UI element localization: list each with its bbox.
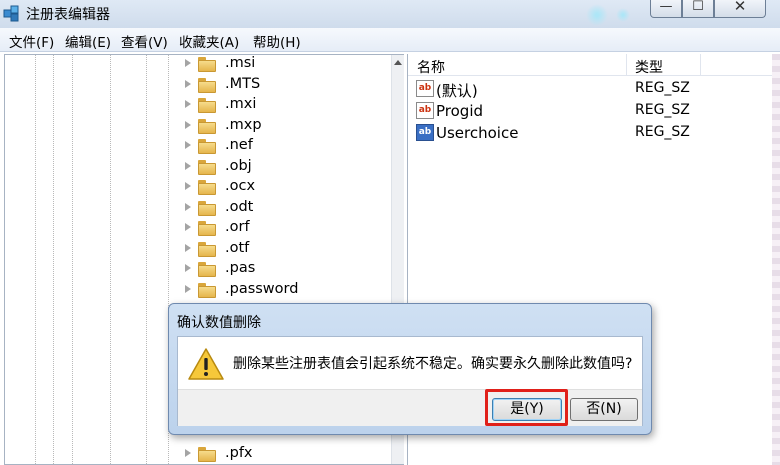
expand-arrow-icon[interactable] — [185, 223, 191, 231]
folder-icon — [198, 139, 216, 154]
background-edge — [772, 54, 780, 465]
value-type: REG_SZ — [635, 80, 690, 96]
value-name: (默认) — [436, 82, 478, 100]
no-button[interactable]: 否(N) — [570, 398, 638, 421]
expand-arrow-icon[interactable] — [185, 285, 191, 293]
value-type: REG_SZ — [635, 124, 690, 140]
minimize-button[interactable]: — — [650, 0, 682, 18]
expand-arrow-icon[interactable] — [185, 80, 191, 88]
tree-item-label: .ocx — [225, 178, 256, 194]
tree-item-label: .otf — [225, 240, 250, 256]
tree-item-label: .nef — [225, 137, 253, 153]
folder-icon — [198, 447, 216, 462]
menu-help[interactable]: 帮助(H) — [253, 31, 301, 51]
folder-icon — [198, 180, 216, 195]
folder-icon — [198, 57, 216, 72]
title-bar: 注册表编辑器 — ☐ ✕ — [0, 0, 780, 28]
scroll-up-icon[interactable] — [394, 60, 402, 65]
expand-arrow-icon[interactable] — [185, 182, 191, 190]
folder-icon — [198, 283, 216, 298]
tree-guide-line — [53, 55, 54, 465]
folder-icon — [198, 201, 216, 216]
tree-guide-line — [110, 55, 111, 465]
dialog-button-bar: 是(Y) 否(N) — [178, 389, 642, 426]
binary-value-icon: ab — [416, 124, 434, 141]
warning-icon — [188, 348, 224, 380]
dialog-message: 删除某些注册表值会引起系统不稳定。确实要永久删除此数值吗? — [233, 356, 633, 372]
menu-bar: 文件(F) 编辑(E) 查看(V) 收藏夹(A) 帮助(H) — [0, 28, 780, 52]
folder-icon — [198, 78, 216, 93]
tree-item-label: .pfx — [225, 445, 253, 461]
folder-icon — [198, 262, 216, 277]
column-divider[interactable] — [700, 54, 701, 76]
maximize-button[interactable]: ☐ — [682, 0, 714, 18]
tree-item-label: .mxp — [225, 117, 262, 133]
expand-arrow-icon[interactable] — [185, 141, 191, 149]
menu-favorites[interactable]: 收藏夹(A) — [179, 31, 239, 51]
tree-item-label: .msi — [225, 55, 256, 71]
close-button[interactable]: ✕ — [714, 0, 766, 18]
glow-decoration — [586, 4, 608, 26]
column-header-name[interactable]: 名称 — [417, 57, 445, 77]
folder-icon — [198, 242, 216, 257]
expand-arrow-icon[interactable] — [185, 449, 191, 457]
expand-arrow-icon[interactable] — [185, 59, 191, 67]
expand-arrow-icon[interactable] — [185, 162, 191, 170]
expand-arrow-icon[interactable] — [185, 121, 191, 129]
value-name: Progid — [436, 102, 484, 120]
tree-item-label: .orf — [225, 219, 250, 235]
folder-icon — [198, 98, 216, 113]
string-value-icon: ab — [416, 102, 434, 119]
column-divider[interactable] — [626, 54, 627, 76]
menu-edit[interactable]: 编辑(E) — [65, 31, 111, 51]
expand-arrow-icon[interactable] — [185, 264, 191, 272]
dialog-title: 确认数值删除 — [177, 315, 261, 331]
tree-item-label: .MTS — [225, 76, 261, 92]
confirm-delete-dialog: 确认数值删除 删除某些注册表值会引起系统不稳定。确实要永久删除此数值吗? 是(Y… — [168, 303, 652, 435]
list-header: 名称 类型 — [408, 54, 780, 76]
menu-file[interactable]: 文件(F) — [9, 31, 54, 51]
folder-icon — [198, 160, 216, 175]
list-row[interactable]: ab Progid REG_SZ — [408, 100, 780, 122]
folder-icon — [198, 221, 216, 236]
glow-decoration — [616, 8, 630, 22]
list-row[interactable]: ab Userchoice REG_SZ — [408, 122, 780, 144]
tree-item-label: .odt — [225, 199, 254, 215]
value-name: Userchoice — [436, 124, 519, 142]
string-value-icon: ab — [416, 80, 434, 97]
menu-view[interactable]: 查看(V) — [121, 31, 168, 51]
tree-guide-line — [72, 55, 73, 465]
expand-arrow-icon[interactable] — [185, 244, 191, 252]
tree-item-label: .password — [225, 281, 299, 297]
tree-guide-line — [146, 55, 147, 465]
list-row[interactable]: ab (默认) REG_SZ — [408, 78, 780, 100]
expand-arrow-icon[interactable] — [185, 100, 191, 108]
tree-item-label: .pas — [225, 260, 256, 276]
dialog-body: 删除某些注册表值会引起系统不稳定。确实要永久删除此数值吗? 是(Y) 否(N) — [177, 336, 643, 426]
folder-icon — [198, 119, 216, 134]
tree-guide-line — [35, 55, 36, 465]
window-title: 注册表编辑器 — [26, 7, 110, 23]
value-type: REG_SZ — [635, 102, 690, 118]
column-header-type[interactable]: 类型 — [635, 57, 663, 77]
tree-item-label: .obj — [225, 158, 252, 174]
expand-arrow-icon[interactable] — [185, 203, 191, 211]
highlight-box — [485, 389, 568, 426]
tree-item-label: .mxi — [225, 96, 257, 112]
registry-editor-icon — [3, 5, 19, 22]
